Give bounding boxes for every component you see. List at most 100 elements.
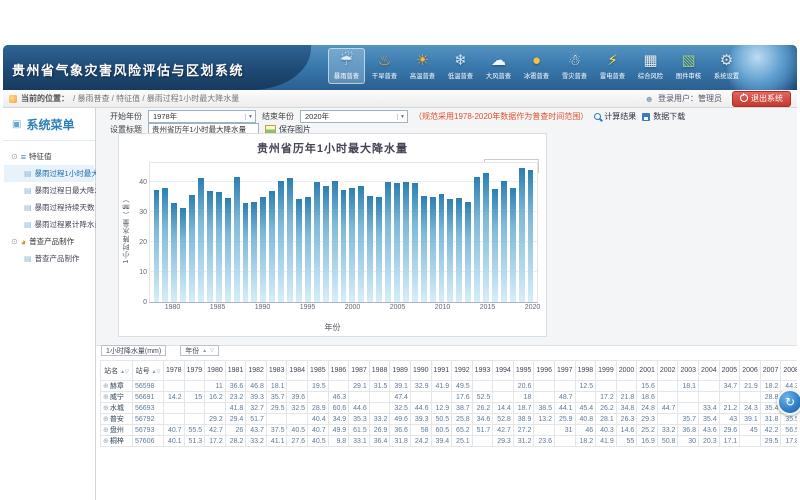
nav-item-8[interactable]: ⚡雷电普查 (594, 48, 631, 84)
value-56693-1983: 29.5 (266, 403, 287, 414)
data-table-section: 1小时降水量(mm) 年份 ▲ ▽ 站名 ▲▽站号 ▲▽197819791980… (100, 345, 797, 500)
value-56598-1993 (472, 381, 493, 392)
chart-title: 贵州省历年1小时最大降水量 (119, 140, 546, 156)
bar-1990 (260, 197, 266, 302)
col-header-year-2001[interactable]: 2001 (637, 361, 658, 381)
value-57606-2005: 17.1 (719, 436, 740, 447)
nav-item-7[interactable]: ☃雪灾普查 (556, 48, 593, 84)
col-header-year-1995[interactable]: 1995 (513, 361, 534, 381)
logout-button[interactable]: 退出系统 (732, 91, 791, 107)
nav-item-10[interactable]: ▧图件审核 (670, 48, 707, 84)
value-56691-1992: 17.6 (452, 392, 473, 403)
expand-icon[interactable]: ⊕ (103, 427, 109, 434)
value-56793-1989: 36.6 (390, 425, 411, 436)
data-download-link[interactable]: 数据下载 (642, 111, 685, 122)
col-header-year-1986[interactable]: 1986 (328, 361, 349, 381)
nav-item-1[interactable]: ☔暴雨普查 (328, 48, 365, 84)
col-header-year-1979[interactable]: 1979 (184, 361, 205, 381)
value-56693-1995: 18.7 (513, 403, 534, 414)
nav-item-11[interactable]: ⚙系统设置 (708, 48, 745, 84)
col-header-year-1987[interactable]: 1987 (349, 361, 370, 381)
expand-icon[interactable]: ⊕ (103, 416, 109, 423)
col-header-station-name[interactable]: 站名 ▲▽ (101, 361, 133, 381)
sort-desc-icon[interactable]: ▽ (125, 369, 129, 375)
col-header-year-1978[interactable]: 1978 (164, 361, 185, 381)
station-name[interactable]: ⊕威宁 (101, 392, 133, 403)
value-57606-1980: 17.2 (205, 436, 226, 447)
col-header-year-1997[interactable]: 1997 (554, 361, 575, 381)
calc-result-link[interactable]: 计算结果 (594, 111, 636, 122)
col-header-year-2008[interactable]: 2008 (781, 361, 797, 381)
nav-item-4[interactable]: ❄低温普查 (442, 48, 479, 84)
nav-item-9[interactable]: ▦综合风险 (632, 48, 669, 84)
start-year-select[interactable]: 1978年 ▼ (148, 110, 256, 123)
nav-item-5[interactable]: ☁大风普查 (480, 48, 517, 84)
sort-desc-icon[interactable]: ▽ (210, 348, 214, 354)
nav-item-3[interactable]: ☀高温普查 (404, 48, 441, 84)
station-name[interactable]: ⊕水城 (101, 403, 133, 414)
col-header-year-2000[interactable]: 2000 (616, 361, 637, 381)
col-header-year-1991[interactable]: 1991 (431, 361, 452, 381)
station-name[interactable]: ⊕桐梓 (101, 436, 133, 447)
col-header-year-1999[interactable]: 1999 (596, 361, 617, 381)
col-header-year-2005[interactable]: 2005 (719, 361, 740, 381)
col-header-year-1988[interactable]: 1988 (369, 361, 390, 381)
collapse-icon[interactable]: ⊙ (11, 152, 18, 161)
col-header-year-2007[interactable]: 2007 (760, 361, 781, 381)
sort-desc-icon[interactable]: ▽ (157, 369, 161, 375)
col-header-year-1981[interactable]: 1981 (225, 361, 246, 381)
bar-1996 (314, 182, 320, 302)
col-header-year-1998[interactable]: 1998 (575, 361, 596, 381)
value-56691-2002 (657, 392, 678, 403)
expand-icon[interactable]: ⊕ (103, 383, 109, 390)
measure-chip[interactable]: 1小时降水量(mm) (101, 345, 166, 356)
end-year-select[interactable]: 2020年 ▼ (300, 110, 408, 123)
col-header-year-2004[interactable]: 2004 (699, 361, 720, 381)
expand-icon[interactable]: ⊕ (103, 405, 109, 412)
col-header-year-1989[interactable]: 1989 (390, 361, 411, 381)
col-header-year-2002[interactable]: 2002 (657, 361, 678, 381)
sort-asc-icon[interactable]: ▲ (202, 348, 207, 354)
col-header-year-1984[interactable]: 1984 (287, 361, 308, 381)
tree-item[interactable]: ▤暴雨过程1小时最大降水量 (4, 165, 94, 182)
tree-group-2[interactable]: ⊙◕普查产品制作 (4, 233, 94, 250)
expand-icon[interactable]: ⊕ (103, 438, 109, 445)
value-56691-2003 (678, 392, 699, 403)
value-56793-1980: 42.7 (205, 425, 226, 436)
station-name[interactable]: ⊕盘州 (101, 425, 133, 436)
tree-item[interactable]: ▤暴雨过程持续天数 (4, 199, 94, 216)
value-56598-1979 (184, 381, 205, 392)
year-sort-chip[interactable]: 年份 ▲ ▽ (180, 345, 219, 356)
tree-group-1[interactable]: ⊙≡特征值 (4, 148, 94, 165)
col-header-year-1982[interactable]: 1982 (246, 361, 267, 381)
station-name[interactable]: ⊕普安 (101, 414, 133, 425)
col-header-year-2003[interactable]: 2003 (678, 361, 699, 381)
col-header-station-id[interactable]: 站号 ▲▽ (133, 361, 164, 381)
col-header-year-1980[interactable]: 1980 (205, 361, 226, 381)
tree-item-label: 暴雨过程累计降水量 (35, 219, 103, 230)
col-header-year-1993[interactable]: 1993 (472, 361, 493, 381)
col-header-year-1992[interactable]: 1992 (452, 361, 473, 381)
document-icon: ▤ (24, 186, 32, 195)
nav-item-2[interactable]: ♨干旱普查 (366, 48, 403, 84)
col-header-year-1996[interactable]: 1996 (534, 361, 555, 381)
col-header-year-1994[interactable]: 1994 (493, 361, 514, 381)
floating-assistant-button[interactable]: ↻ (777, 389, 800, 415)
value-56691-1999: 17.2 (596, 392, 617, 403)
tree-item[interactable]: ▤暴雨过程日最大降水量 (4, 182, 94, 199)
col-header-year-1983[interactable]: 1983 (266, 361, 287, 381)
value-56691-1994 (493, 392, 514, 403)
tree-item[interactable]: ▤暴雨过程累计降水量 (4, 216, 94, 233)
expand-icon[interactable]: ⊕ (103, 394, 109, 401)
col-header-year-1985[interactable]: 1985 (308, 361, 329, 381)
col-header-year-1990[interactable]: 1990 (410, 361, 431, 381)
tree-item[interactable]: ▤普查产品制作 (4, 250, 94, 267)
nav-item-6[interactable]: ●冰雹普查 (518, 48, 555, 84)
value-56792-1980: 29.2 (205, 414, 226, 425)
value-56691-1981: 23.2 (225, 392, 246, 403)
col-header-year-2006[interactable]: 2006 (740, 361, 761, 381)
collapse-icon[interactable]: ⊙ (11, 237, 18, 246)
station-name[interactable]: ⊕赫章 (101, 381, 133, 392)
value-56691-1986: 46.3 (328, 392, 349, 403)
value-56598-1990: 32.9 (410, 381, 431, 392)
